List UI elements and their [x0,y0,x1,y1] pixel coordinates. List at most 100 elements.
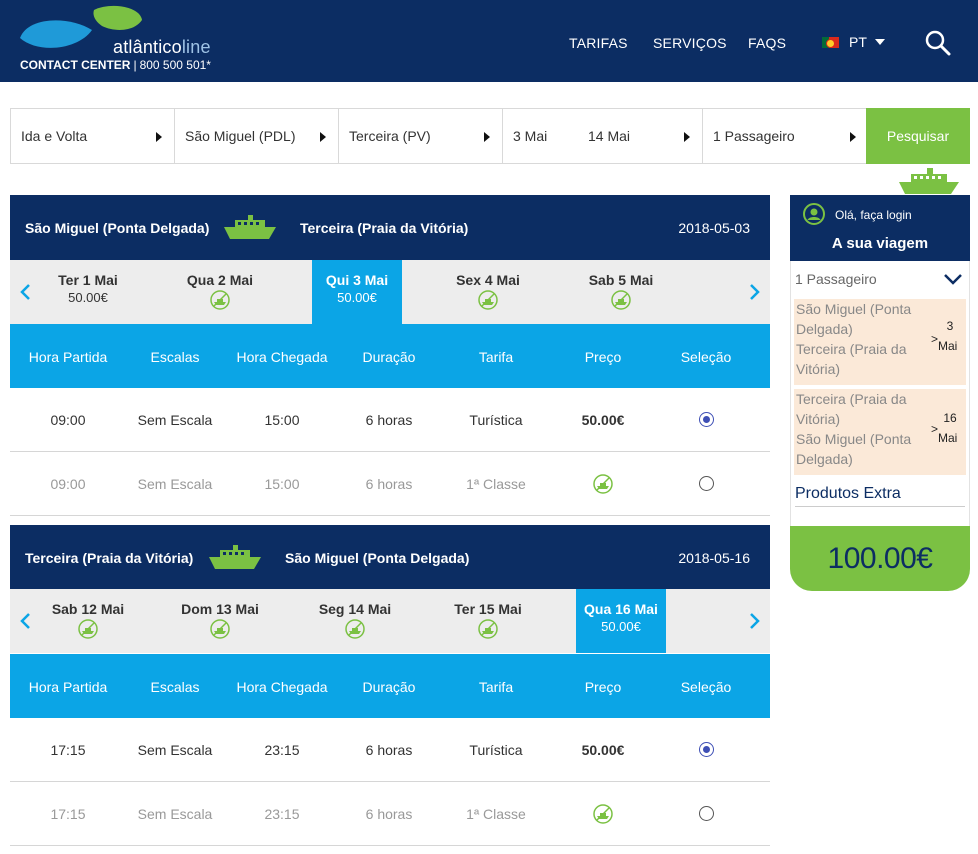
table-row[interactable]: 17:15 Sem Escala 23:15 6 horas Turística 50.0… [10,718,770,782]
date-price: 50.00€ [68,290,108,305]
outbound-origin: São Miguel (Ponta Delgada) [25,220,210,236]
trip-summary: 1 Passageiro São Miguel (Ponta Delgada) … [790,261,970,526]
site-header: atlânticoline CONTACT CENTER | 800 500 501… [0,0,978,82]
date-option[interactable]: Dom 13 Mai [175,589,265,653]
chevron-left-icon[interactable] [18,282,32,302]
no-sailing-icon [210,619,230,639]
date-label: Sab 12 Mai [51,601,125,617]
table-row[interactable]: 09:00 Sem Escala 15:00 6 horas 1ª Classe [10,452,770,516]
caret-right-icon [684,132,690,142]
leg-to: São Miguel (Ponta Delgada) [796,431,912,467]
date-label: Dom 13 Mai [181,601,259,617]
date-label: Sab 5 Mai [588,272,654,288]
column-header: Tarifa [478,349,514,365]
arrive-time: 15:00 [264,412,300,428]
inbound-trip-header: Terceira (Praia da Vitória) São Miguel (… [10,525,770,590]
date-label: Seg 14 Mai [318,601,392,617]
stops: Sem Escala [137,476,213,492]
chevron-down-icon[interactable] [943,273,963,285]
column-header: Hora Chegada [236,349,328,365]
caret-right-icon [320,132,326,142]
booking-search-bar: Ida e Volta São Miguel (PDL) Terceira (P… [10,108,970,164]
arrive-time: 23:15 [264,806,300,822]
nav-faqs[interactable]: FAQS [748,35,786,51]
chevron-right-icon[interactable] [748,282,762,302]
outbound-date: 2018-05-03 [678,220,750,236]
contact-phone[interactable]: 800 500 501* [140,58,211,72]
fare-select-radio[interactable] [699,476,714,491]
fare-class: Turística [469,742,523,758]
user-icon[interactable] [803,203,825,225]
fare-class: 1ª Classe [466,806,526,822]
date-option[interactable]: Qua 16 Mai 50.00€ [576,589,666,653]
date-option[interactable]: Seg 14 Mai [310,589,400,653]
caret-right-icon [850,132,856,142]
column-header: Hora Chegada [236,679,328,695]
leg-day: 16 [943,411,957,425]
inbound-date-carousel: Sab 12 Mai Dom 13 Mai Seg 14 Mai Ter 15 Mai… [10,589,770,653]
depart-time: 09:00 [50,412,86,428]
caret-down-icon [874,39,885,45]
stops: Sem Escala [137,806,213,822]
date-label: Ter 15 Mai [454,601,522,617]
date-label: Ter 1 Mai [58,272,118,288]
login-link[interactable]: Olá, faça login [835,208,912,222]
fare-select-radio[interactable] [699,806,714,821]
no-sailing-icon [611,290,631,310]
ferry-icon [209,545,261,569]
chevron-right-icon[interactable] [748,611,762,631]
depart-time: 17:15 [50,806,86,822]
outbound-trip-header: São Miguel (Ponta Delgada) Terceira (Pra… [10,195,770,260]
duration: 6 horas [365,742,413,758]
date-option[interactable]: Sab 12 Mai [43,589,133,653]
column-header: Seleção [680,349,732,365]
date-option[interactable]: Qui 3 Mai 50.00€ [312,260,402,324]
no-sailing-icon [478,619,498,639]
no-sailing-icon [593,804,613,824]
no-sailing-icon [478,290,498,310]
arrive-time: 15:00 [264,476,300,492]
inbound-origin: Terceira (Praia da Vitória) [25,550,194,566]
trip-type-select[interactable]: Ida e Volta [11,109,175,163]
fare-price: 50.00€ [581,742,625,758]
logo-text: atlânticoline [113,37,211,57]
extras-link[interactable]: Produtos Extra [795,485,901,503]
fare-select-radio[interactable] [699,742,714,757]
caret-right-icon [484,132,490,142]
divider [795,506,965,507]
table-row[interactable]: 17:15 Sem Escala 23:15 6 horas 1ª Classe [10,782,770,846]
leg-from: São Miguel (Ponta Delgada) [796,301,912,337]
caret-right-icon [156,132,162,142]
no-sailing-icon [210,290,230,310]
date-option[interactable]: Ter 1 Mai 50.00€ [43,260,133,324]
passengers-select[interactable]: 1 Passageiro [703,109,869,163]
date-option[interactable]: Qua 2 Mai [175,260,265,324]
destination-select[interactable]: Terceira (PV) [339,109,503,163]
table-row[interactable]: 09:00 Sem Escala 15:00 6 horas Turística 50.0… [10,388,770,452]
language-selector[interactable]: PT [822,34,885,50]
destination-value: Terceira (PV) [349,128,431,144]
nav-servicos[interactable]: SERVIÇOS [653,35,727,51]
date-option[interactable]: Sex 4 Mai [443,260,533,324]
search-icon[interactable] [925,30,951,56]
depart-date-value: 3 Mai [513,128,548,144]
chevron-left-icon[interactable] [18,611,32,631]
nav-tarifas[interactable]: TARIFAS [569,35,628,51]
search-button[interactable]: Pesquisar [866,108,970,164]
date-select[interactable]: 3 Mai 14 Mai [503,109,703,163]
no-sailing-icon [78,619,98,639]
ferry-icon [224,215,276,239]
fare-select-radio[interactable] [699,412,714,427]
column-header: Duração [362,679,416,695]
total-price: 100.00€ [790,526,970,591]
column-header: Tarifa [478,679,514,695]
depart-time: 17:15 [50,742,86,758]
date-option[interactable]: Sab 5 Mai [576,260,666,324]
origin-value: São Miguel (PDL) [185,128,296,144]
column-header: Duração [362,349,416,365]
date-option[interactable]: Ter 15 Mai [443,589,533,653]
date-label: Qui 3 Mai [325,272,389,288]
origin-select[interactable]: São Miguel (PDL) [175,109,339,163]
column-header: Escalas [150,349,200,365]
fare-class: Turística [469,412,523,428]
